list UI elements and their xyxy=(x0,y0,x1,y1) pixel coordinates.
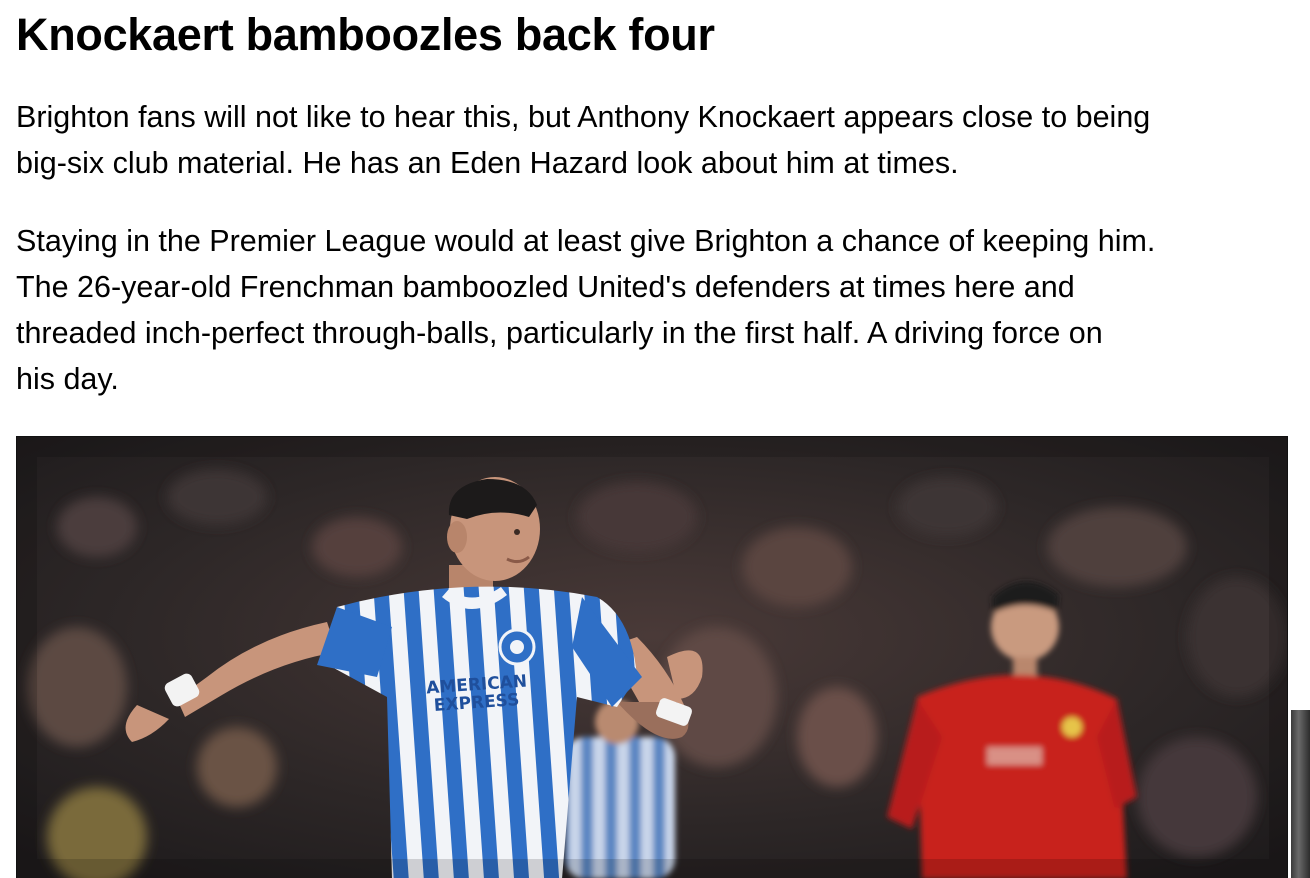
article-paragraph: Staying in the Premier League would at l… xyxy=(16,218,1296,402)
article-paragraph: Brighton fans will not like to hear this… xyxy=(16,94,1296,186)
paragraph-line: The 26-year-old Frenchman bamboozled Uni… xyxy=(16,270,1075,304)
paragraph-line: his day. xyxy=(16,362,119,396)
paragraph-line: Staying in the Premier League would at l… xyxy=(16,224,1156,258)
paragraph-line: threaded inch-perfect through-balls, par… xyxy=(16,316,1103,350)
football-match-image: AMERICAN EXPRESS xyxy=(17,437,1287,878)
article-headline: Knockaert bamboozles back four xyxy=(16,9,715,60)
paragraph-line: Brighton fans will not like to hear this… xyxy=(16,100,1151,134)
adjacent-image-edge xyxy=(1291,710,1310,878)
paragraph-line: big-six club material. He has an Eden Ha… xyxy=(16,146,959,180)
article-photo: AMERICAN EXPRESS xyxy=(16,436,1288,878)
